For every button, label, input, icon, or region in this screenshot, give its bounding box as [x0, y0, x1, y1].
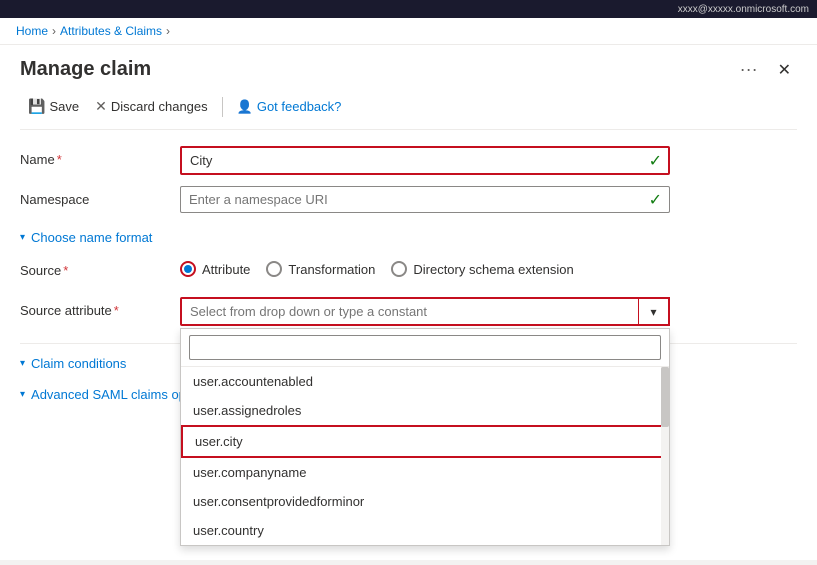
choose-name-format-label: Choose name format	[31, 230, 152, 245]
chevron-down-icon: ▾	[650, 305, 656, 319]
panel-header: Manage claim ··· ✕	[20, 57, 797, 82]
source-attribute-input[interactable]	[180, 297, 670, 326]
source-attribute-dropdown-container: ▾ user.accountenabled user.assignedroles…	[180, 297, 670, 326]
panel-header-actions: ··· ✕	[734, 57, 797, 82]
name-check-icon: ✓	[649, 151, 662, 171]
transformation-label: Transformation	[288, 262, 375, 277]
namespace-input[interactable]	[180, 186, 670, 213]
dropdown-item-consentprovidedforminor[interactable]: user.consentprovidedforminor	[181, 487, 669, 516]
name-row: Name * ✓	[20, 146, 797, 176]
choose-name-format-section[interactable]: ▾ Choose name format	[20, 226, 797, 249]
advanced-saml-chevron: ▾	[20, 389, 25, 400]
panel-title: Manage claim	[20, 58, 151, 81]
source-radio-group: Attribute Transformation Directory schem…	[180, 257, 797, 277]
source-attr-required: *	[114, 303, 119, 318]
source-attribute-option[interactable]: Attribute	[180, 261, 250, 277]
source-label: Source *	[20, 257, 180, 278]
toolbar: 💾 Save ✕ Discard changes 👤 Got feedback?	[20, 94, 797, 130]
dropdown-item-country[interactable]: user.country	[181, 516, 669, 545]
discard-button[interactable]: ✕ Discard changes	[87, 94, 216, 119]
claim-conditions-label: Claim conditions	[31, 356, 126, 371]
more-options-button[interactable]: ···	[734, 57, 764, 82]
directory-radio[interactable]	[391, 261, 407, 277]
name-input[interactable]	[180, 146, 670, 175]
source-control: Attribute Transformation Directory schem…	[180, 257, 797, 277]
top-bar-text: xxxx@xxxxx.onmicrosoft.com	[678, 4, 809, 15]
source-attribute-label: Source attribute *	[20, 297, 180, 318]
close-button[interactable]: ✕	[772, 58, 797, 82]
dropdown-item-city[interactable]: user.city	[181, 425, 669, 458]
namespace-label: Namespace	[20, 186, 180, 207]
chevron-down-icon: ▾	[20, 232, 25, 243]
breadcrumb-attributes[interactable]: Attributes & Claims	[60, 24, 162, 38]
source-attribute-control: ▾ user.accountenabled user.assignedroles…	[180, 297, 797, 326]
namespace-control: ✓	[180, 186, 797, 213]
dropdown-item-assignedroles[interactable]: user.assignedroles	[181, 396, 669, 425]
attribute-label: Attribute	[202, 262, 250, 277]
scrollbar-thumb[interactable]	[661, 367, 669, 427]
main-panel: Manage claim ··· ✕ 💾 Save ✕ Discard chan…	[0, 45, 817, 560]
top-bar: xxxx@xxxxx.onmicrosoft.com	[0, 0, 817, 18]
save-label: Save	[49, 99, 79, 114]
breadcrumb: Home › Attributes & Claims ›	[0, 18, 817, 45]
dropdown-item-accountenabled[interactable]: user.accountenabled	[181, 367, 669, 396]
source-row: Source * Attribute Transformation Direc	[20, 257, 797, 287]
namespace-row: Namespace ✓	[20, 186, 797, 216]
dropdown-search	[181, 329, 669, 367]
feedback-label: Got feedback?	[257, 99, 342, 114]
feedback-button[interactable]: 👤 Got feedback?	[229, 95, 350, 119]
source-attribute-dropdown-button[interactable]: ▾	[638, 297, 670, 326]
breadcrumb-home[interactable]: Home	[16, 24, 48, 38]
attribute-radio[interactable]	[180, 261, 196, 277]
breadcrumb-sep-1: ›	[52, 24, 56, 38]
dropdown-list: user.accountenabled user.assignedroles u…	[181, 367, 669, 545]
scrollbar-track	[661, 367, 669, 545]
save-button[interactable]: 💾 Save	[20, 94, 87, 119]
claim-conditions-chevron: ▾	[20, 358, 25, 369]
source-required: *	[63, 263, 68, 278]
toolbar-divider	[222, 97, 223, 117]
dropdown-item-companyname[interactable]: user.companyname	[181, 458, 669, 487]
discard-icon: ✕	[95, 98, 107, 115]
name-label: Name *	[20, 146, 180, 167]
source-attribute-dropdown-panel: user.accountenabled user.assignedroles u…	[180, 328, 670, 546]
namespace-check-icon: ✓	[649, 190, 662, 210]
dropdown-search-input[interactable]	[189, 335, 661, 360]
source-directory-option[interactable]: Directory schema extension	[391, 261, 573, 277]
name-control: ✓	[180, 146, 797, 175]
feedback-icon: 👤	[237, 99, 253, 115]
name-required: *	[57, 152, 62, 167]
source-transformation-option[interactable]: Transformation	[266, 261, 375, 277]
discard-label: Discard changes	[111, 99, 208, 114]
directory-label: Directory schema extension	[413, 262, 573, 277]
source-attribute-row: Source attribute * ▾ user.account	[20, 297, 797, 327]
form: Name * ✓ Namespace ✓	[20, 146, 797, 414]
breadcrumb-sep-2: ›	[166, 24, 170, 38]
transformation-radio[interactable]	[266, 261, 282, 277]
save-icon: 💾	[28, 98, 45, 115]
